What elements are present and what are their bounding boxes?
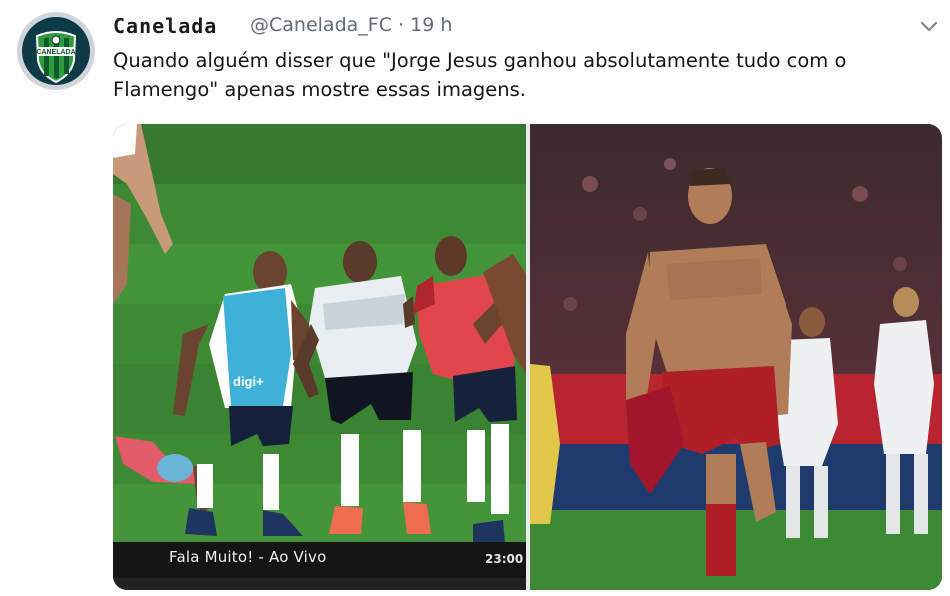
logo-text: CANELADA (36, 49, 75, 56)
handle-time: @Canelada_FC · 19 h (250, 14, 452, 36)
avatar[interactable]: CANELADA (17, 12, 95, 90)
shirt-text: digi+ (233, 374, 264, 389)
separator: · (398, 14, 405, 36)
handle[interactable]: @Canelada_FC (250, 14, 392, 36)
club-logo-icon: CANELADA (35, 31, 77, 84)
media-image-right[interactable] (530, 124, 942, 590)
media-image-left[interactable]: digi+ Fala Muito! - Ao Vivo 23:00 (113, 124, 526, 590)
timestamp[interactable]: 19 h (410, 14, 452, 36)
tweet-text: Quando alguém disser que "Jorge Jesus ga… (113, 49, 847, 101)
broadcast-label: Fala Muito! - Ao Vivo (169, 548, 327, 566)
display-name[interactable]: Canelada (113, 14, 217, 38)
chevron-down-icon[interactable] (918, 18, 940, 34)
broadcast-clock: 23:00 (485, 552, 524, 566)
media-grid: digi+ Fala Muito! - Ao Vivo 23:00 (113, 124, 942, 590)
